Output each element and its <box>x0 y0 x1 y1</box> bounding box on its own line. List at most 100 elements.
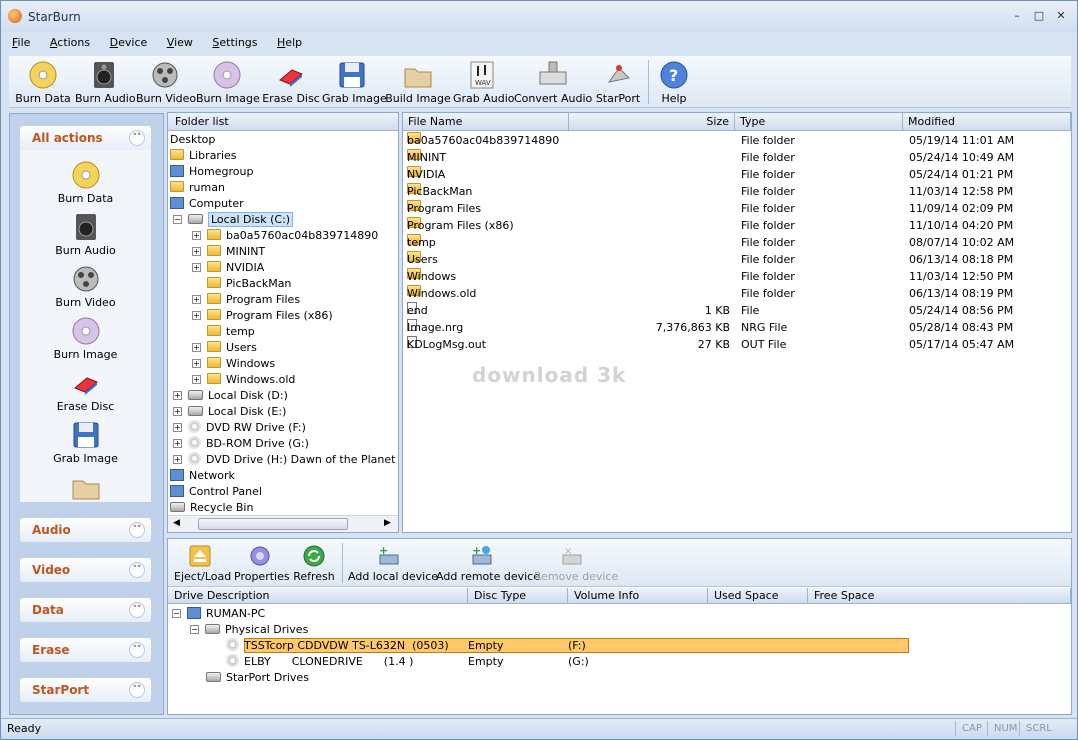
tree-node-starport-drives[interactable]: StarPort Drives <box>206 670 309 685</box>
action-erase-disc[interactable]: Erase Disc <box>20 368 151 413</box>
tree-node-folder[interactable]: + Program Files <box>192 292 300 308</box>
help-button[interactable]: ? Help <box>656 58 692 106</box>
convert-audio-button[interactable]: Convert Audio <box>514 58 592 106</box>
expand-toggle[interactable]: + <box>192 343 201 352</box>
column-free-space[interactable]: Free Space <box>808 588 1071 604</box>
tree-node-folder[interactable]: + Windows.old <box>192 372 295 388</box>
build-image-button[interactable]: Build Image <box>385 58 451 106</box>
column-type[interactable]: Type <box>735 113 903 131</box>
file-row[interactable]: Image.nrg 7,376,863 KB NRG File 05/28/14 08… <box>403 319 1071 336</box>
grab-audio-button[interactable]: WAV Grab Audio <box>453 58 515 106</box>
tree-node-recycle-bin[interactable]: Recycle Bin <box>170 500 253 516</box>
menu-file[interactable]: File <box>9 34 33 52</box>
menu-help[interactable]: Help <box>274 34 305 52</box>
expand-toggle[interactable]: + <box>192 359 201 368</box>
file-row[interactable]: Windows.old File folder 06/13/14 08:19 PM <box>403 285 1071 302</box>
expand-toggle[interactable]: + <box>173 423 182 432</box>
expand-toggle[interactable]: + <box>173 455 182 464</box>
expand-chevron-icon[interactable]: ˅˅ <box>129 642 145 658</box>
erase-disc-button[interactable]: Erase Disc <box>261 58 321 106</box>
tree-node-drive[interactable]: + Local Disk (D:) <box>173 388 288 404</box>
menu-actions[interactable]: Actions <box>47 34 93 52</box>
tree-node-folder[interactable]: temp <box>207 324 255 340</box>
horizontal-scrollbar[interactable]: ◀ ▶ <box>168 515 398 532</box>
section-video[interactable]: Video ˅˅ <box>20 558 151 582</box>
tree-node-folder[interactable]: + MININT <box>192 244 265 260</box>
tree-node-drive[interactable]: + BD-ROM Drive (G:) <box>173 436 309 452</box>
tree-node-computer[interactable]: Computer <box>170 196 244 212</box>
remove-device-button[interactable]: × Remove device <box>534 544 618 586</box>
tree-node-drive[interactable]: + DVD RW Drive (F:) <box>173 420 306 436</box>
add-remote-device-button[interactable]: + Add remote device <box>436 544 540 586</box>
minimize-icon[interactable]: – <box>1009 10 1025 22</box>
burn-data-button[interactable]: Burn Data <box>11 58 75 106</box>
tree-node-ruman[interactable]: ruman <box>170 180 225 196</box>
tree-node-folder[interactable]: + NVIDIA <box>192 260 264 276</box>
action-burn-data[interactable]: Burn Data <box>20 160 151 205</box>
scroll-thumb[interactable] <box>198 518 348 530</box>
all-actions-header[interactable]: All actions ˄˄ <box>20 126 151 150</box>
collapse-chevron-icon[interactable]: ˄˄ <box>129 130 145 146</box>
collapse-toggle[interactable]: − <box>173 215 182 224</box>
tree-node-physical-drives[interactable]: − Physical Drives <box>190 622 308 637</box>
expand-chevron-icon[interactable]: ˅˅ <box>129 522 145 538</box>
tree-node-homegroup[interactable]: Homegroup <box>170 164 253 180</box>
collapse-toggle[interactable]: − <box>172 609 181 618</box>
grab-image-button[interactable]: Grab Image <box>322 58 387 106</box>
add-local-device-button[interactable]: + Add local device <box>348 544 438 586</box>
file-row[interactable]: temp File folder 08/07/14 10:02 AM <box>403 234 1071 251</box>
action-burn-image[interactable]: Burn Image <box>20 316 151 361</box>
expand-chevron-icon[interactable]: ˅˅ <box>129 562 145 578</box>
tree-node-pc[interactable]: − RUMAN-PC <box>172 606 265 621</box>
tree-node-folder[interactable]: + Users <box>192 340 257 356</box>
column-drive-description[interactable]: Drive Description <box>168 588 468 604</box>
expand-toggle[interactable]: + <box>173 391 182 400</box>
tree-node-network[interactable]: Network <box>170 468 235 484</box>
expand-toggle[interactable]: + <box>192 263 201 272</box>
tree-node-drive[interactable]: + Local Disk (E:) <box>173 404 286 420</box>
maximize-icon[interactable]: □ <box>1031 10 1047 22</box>
column-volume-info[interactable]: Volume Info <box>568 588 708 604</box>
file-row[interactable]: Windows File folder 11/03/14 12:50 PM <box>403 268 1071 285</box>
action-build-image-partial[interactable] <box>20 472 151 502</box>
menu-device[interactable]: Device <box>107 34 151 52</box>
column-file-name[interactable]: File Name <box>403 113 569 131</box>
close-icon[interactable]: ✕ <box>1053 10 1069 22</box>
expand-toggle[interactable]: + <box>173 439 182 448</box>
tree-node-desktop[interactable]: Desktop <box>170 132 215 148</box>
tree-node-folder[interactable]: + Program Files (x86) <box>192 308 333 324</box>
expand-toggle[interactable]: + <box>192 311 201 320</box>
file-row[interactable]: end 1 KB File 05/24/14 08:56 PM <box>403 302 1071 319</box>
tree-node-folder[interactable]: + Windows <box>192 356 275 372</box>
action-grab-image[interactable]: Grab Image <box>20 420 151 465</box>
burn-video-button[interactable]: Burn Video <box>136 58 196 106</box>
tree-node-libraries[interactable]: Libraries <box>170 148 237 164</box>
drive-row-tsstcorp[interactable]: TSSTcorp CDDVDW TS-L632N (0503) <box>226 638 449 653</box>
menu-view[interactable]: View <box>164 34 196 52</box>
starport-button[interactable]: StarPort <box>593 58 643 106</box>
collapse-toggle[interactable]: − <box>190 625 199 634</box>
action-burn-video[interactable]: Burn Video <box>20 264 151 309</box>
section-erase[interactable]: Erase ˅˅ <box>20 638 151 662</box>
tree-node-folder[interactable]: + ba0a5760ac04b839714890 <box>192 228 378 244</box>
scroll-right-icon[interactable]: ▶ <box>384 518 391 528</box>
expand-toggle[interactable]: + <box>192 247 201 256</box>
column-modified[interactable]: Modified <box>903 113 1071 131</box>
expand-toggle[interactable]: + <box>192 295 201 304</box>
column-used-space[interactable]: Used Space <box>708 588 808 604</box>
column-size[interactable]: Size <box>569 113 735 131</box>
file-row[interactable]: NVIDIA File folder 05/24/14 01:21 PM <box>403 166 1071 183</box>
file-row[interactable]: KDLogMsg.out 27 KB OUT File 05/17/14 05:47 … <box>403 336 1071 353</box>
tree-node-folder[interactable]: PicBackMan <box>207 276 291 292</box>
file-row[interactable]: PicBackMan File folder 11/03/14 12:58 PM <box>403 183 1071 200</box>
tree-node-drive[interactable]: + DVD Drive (H:) Dawn of the Planet of th <box>173 452 398 468</box>
burn-image-button[interactable]: Burn Image <box>196 58 260 106</box>
burn-audio-button[interactable]: Burn Audio <box>75 58 136 106</box>
expand-chevron-icon[interactable]: ˅˅ <box>129 602 145 618</box>
action-burn-audio[interactable]: Burn Audio <box>20 212 151 257</box>
file-row[interactable]: Users File folder 06/13/14 08:18 PM <box>403 251 1071 268</box>
eject-load-button[interactable]: Eject/Load <box>174 544 231 586</box>
refresh-button[interactable]: Refresh <box>292 544 336 586</box>
tree-node-control-panel[interactable]: Control Panel <box>170 484 262 500</box>
section-data[interactable]: Data ˅˅ <box>20 598 151 622</box>
